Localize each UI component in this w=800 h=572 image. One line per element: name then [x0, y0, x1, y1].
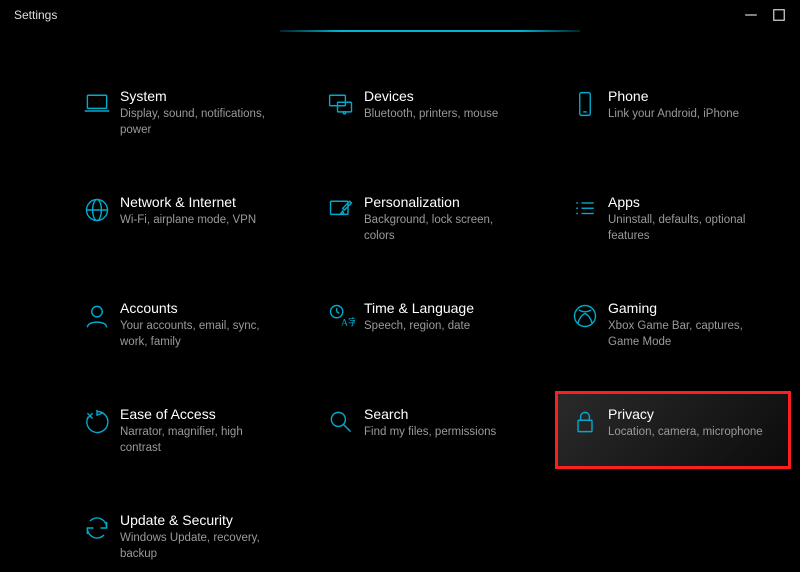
person-icon	[76, 300, 118, 336]
tile-desc: Bluetooth, printers, mouse	[364, 107, 524, 123]
globe-icon	[76, 194, 118, 230]
paintbrush-icon	[320, 194, 362, 230]
apps-list-icon	[564, 194, 606, 230]
tile-title: Time & Language	[364, 300, 534, 316]
tile-desc: Windows Update, recovery, backup	[120, 531, 280, 562]
tile-title: Search	[364, 406, 534, 422]
tile-title: Apps	[608, 194, 778, 210]
tile-desc: Speech, region, date	[364, 319, 524, 335]
window-controls	[744, 8, 792, 22]
tile-personalization[interactable]: Personalization Background, lock screen,…	[314, 186, 544, 254]
tile-desc: Background, lock screen, colors	[364, 213, 524, 244]
tile-desc: Xbox Game Bar, captures, Game Mode	[608, 319, 768, 350]
tile-desc: Wi-Fi, airplane mode, VPN	[120, 213, 280, 229]
tile-network[interactable]: Network & Internet Wi-Fi, airplane mode,…	[70, 186, 300, 254]
tile-title: Ease of Access	[120, 406, 290, 422]
tile-gaming[interactable]: Gaming Xbox Game Bar, captures, Game Mod…	[558, 292, 788, 360]
tile-desc: Location, camera, microphone	[608, 425, 768, 441]
tile-search[interactable]: Search Find my files, permissions	[314, 398, 544, 466]
ease-of-access-icon	[76, 406, 118, 442]
tile-privacy[interactable]: Privacy Location, camera, microphone	[558, 394, 788, 466]
tile-phone[interactable]: Phone Link your Android, iPhone	[558, 80, 788, 148]
tile-ease-of-access[interactable]: Ease of Access Narrator, magnifier, high…	[70, 398, 300, 466]
tile-title: Phone	[608, 88, 778, 104]
tile-devices[interactable]: Devices Bluetooth, printers, mouse	[314, 80, 544, 148]
tile-title: Gaming	[608, 300, 778, 316]
update-icon	[76, 512, 118, 548]
tile-accounts[interactable]: Accounts Your accounts, email, sync, wor…	[70, 292, 300, 360]
tile-title: Accounts	[120, 300, 290, 316]
tile-title: Privacy	[608, 406, 778, 422]
window-title: Settings	[8, 8, 57, 22]
search-input-underline[interactable]	[280, 30, 580, 32]
tile-title: System	[120, 88, 290, 104]
laptop-icon	[76, 88, 118, 124]
search-icon	[320, 406, 362, 442]
time-language-icon: A字	[320, 300, 362, 336]
maximize-button[interactable]	[772, 8, 786, 22]
minimize-button[interactable]	[744, 8, 758, 22]
tile-time[interactable]: A字 Time & Language Speech, region, date	[314, 292, 544, 360]
xbox-icon	[564, 300, 606, 336]
svg-text:A字: A字	[341, 317, 355, 329]
tile-title: Personalization	[364, 194, 534, 210]
settings-grid: System Display, sound, notifications, po…	[70, 80, 780, 572]
titlebar: Settings	[0, 0, 800, 30]
tile-title: Update & Security	[120, 512, 290, 528]
tile-desc: Your accounts, email, sync, work, family	[120, 319, 280, 350]
tile-desc: Find my files, permissions	[364, 425, 524, 441]
tile-desc: Narrator, magnifier, high contrast	[120, 425, 280, 456]
tile-title: Network & Internet	[120, 194, 290, 210]
tile-title: Devices	[364, 88, 534, 104]
devices-icon	[320, 88, 362, 124]
phone-icon	[564, 88, 606, 124]
tile-system[interactable]: System Display, sound, notifications, po…	[70, 80, 300, 148]
tile-desc: Link your Android, iPhone	[608, 107, 768, 123]
tile-desc: Uninstall, defaults, optional features	[608, 213, 768, 244]
tile-update-security[interactable]: Update & Security Windows Update, recove…	[70, 504, 300, 572]
tile-desc: Display, sound, notifications, power	[120, 107, 280, 138]
tile-apps[interactable]: Apps Uninstall, defaults, optional featu…	[558, 186, 788, 254]
lock-icon	[564, 406, 606, 442]
